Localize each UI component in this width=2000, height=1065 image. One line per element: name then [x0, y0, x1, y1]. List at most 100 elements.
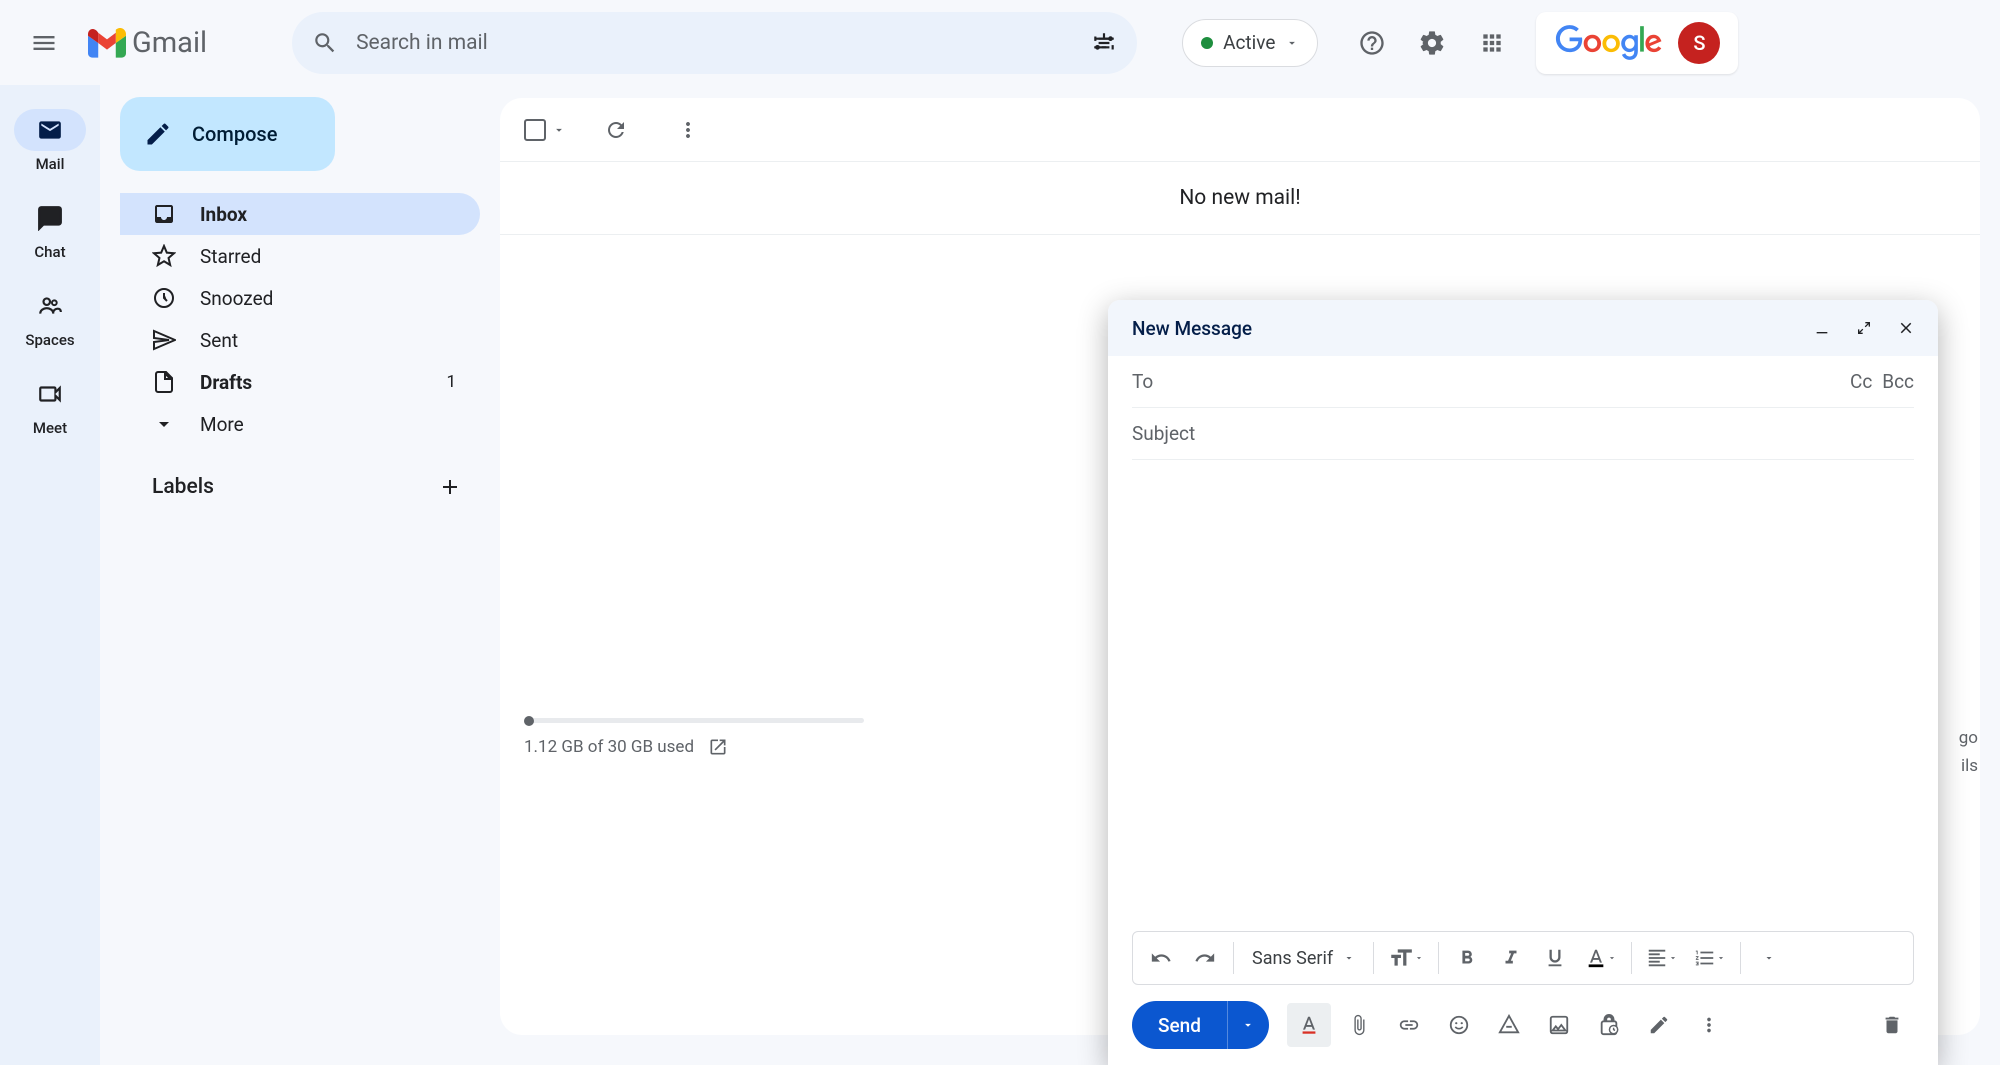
footer-right-text: go ils: [1959, 724, 1978, 780]
mail-toolbar: [500, 98, 1980, 162]
close-compose-button[interactable]: [1890, 312, 1922, 344]
more-button[interactable]: [666, 108, 710, 152]
font-selector[interactable]: Sans Serif: [1242, 938, 1365, 978]
help-icon: [1358, 29, 1386, 57]
bcc-button[interactable]: Bcc: [1882, 370, 1914, 393]
labels-heading: Labels: [152, 475, 214, 499]
chevron-down-icon: [1343, 952, 1355, 964]
align-icon: [1646, 947, 1668, 969]
rail-item-meet[interactable]: Meet: [8, 367, 92, 443]
insert-photo-button[interactable]: [1537, 1003, 1581, 1047]
bold-button[interactable]: [1447, 938, 1487, 978]
attach-button[interactable]: [1337, 1003, 1381, 1047]
gmail-logo[interactable]: Gmail: [88, 26, 207, 60]
rail-label: Meet: [33, 419, 67, 437]
text-color-icon: [1585, 947, 1607, 969]
spaces-icon: [37, 293, 63, 319]
sidebar-item-drafts[interactable]: Drafts 1: [120, 361, 480, 403]
compose-window: New Message To Cc Bcc Sans Serif: [1108, 300, 1938, 1065]
gmail-text: Gmail: [132, 26, 207, 60]
font-size-button[interactable]: [1382, 938, 1430, 978]
insert-signature-button[interactable]: [1637, 1003, 1681, 1047]
chevron-down-icon: [1607, 953, 1617, 963]
compose-header[interactable]: New Message: [1108, 300, 1938, 356]
status-chip[interactable]: Active: [1182, 19, 1318, 67]
gmail-icon: [88, 28, 126, 58]
text-color-button[interactable]: [1579, 938, 1623, 978]
inbox-icon: [152, 202, 176, 226]
fullscreen-button[interactable]: [1848, 312, 1880, 344]
subject-field-row[interactable]: [1132, 408, 1914, 460]
more-compose-button[interactable]: [1687, 1003, 1731, 1047]
compose-title: New Message: [1132, 317, 1806, 340]
apps-button[interactable]: [1468, 19, 1516, 67]
underline-button[interactable]: [1535, 938, 1575, 978]
account-avatar[interactable]: S: [1678, 22, 1720, 64]
nav-label: Drafts: [200, 371, 422, 394]
to-field-row[interactable]: To Cc Bcc: [1132, 356, 1914, 408]
align-button[interactable]: [1640, 938, 1684, 978]
compose-button[interactable]: Compose: [120, 97, 335, 171]
insert-drive-button[interactable]: [1487, 1003, 1531, 1047]
search-options-icon[interactable]: [1091, 30, 1117, 56]
minimize-button[interactable]: [1806, 312, 1838, 344]
italic-button[interactable]: [1491, 938, 1531, 978]
more-vert-icon: [1698, 1014, 1720, 1036]
to-input[interactable]: [1176, 370, 1850, 393]
sidebar-item-snoozed[interactable]: Snoozed: [120, 277, 480, 319]
sidebar-item-inbox[interactable]: Inbox: [120, 193, 480, 235]
settings-button[interactable]: [1408, 19, 1456, 67]
format-toolbar: Sans Serif: [1132, 931, 1914, 985]
mail-icon: [37, 117, 63, 143]
gear-icon: [1418, 29, 1446, 57]
underline-icon: [1544, 947, 1566, 969]
status-label: Active: [1223, 31, 1275, 54]
nav-label: More: [200, 413, 456, 436]
more-vert-icon: [676, 118, 700, 142]
rail-item-mail[interactable]: Mail: [8, 103, 92, 179]
select-all-checkbox[interactable]: [524, 119, 566, 141]
insert-emoji-button[interactable]: [1437, 1003, 1481, 1047]
subject-input[interactable]: [1132, 422, 1914, 445]
google-account-area[interactable]: S: [1536, 12, 1738, 74]
link-icon: [1398, 1014, 1420, 1036]
search-icon: [312, 30, 338, 56]
search-bar[interactable]: [292, 12, 1137, 74]
refresh-button[interactable]: [594, 108, 638, 152]
nav-label: Starred: [200, 245, 456, 268]
sidebar-item-more[interactable]: More: [120, 403, 480, 445]
add-label-button[interactable]: [438, 475, 462, 499]
chevron-down-icon: [1763, 952, 1775, 964]
confidential-button[interactable]: [1587, 1003, 1631, 1047]
chat-icon: [37, 205, 63, 231]
search-input[interactable]: [356, 31, 1091, 55]
support-button[interactable]: [1348, 19, 1396, 67]
undo-button[interactable]: [1141, 938, 1181, 978]
rail-item-chat[interactable]: Chat: [8, 191, 92, 267]
compose-body-textarea[interactable]: [1132, 472, 1914, 919]
redo-button[interactable]: [1185, 938, 1225, 978]
lock-clock-icon: [1598, 1014, 1620, 1036]
list-button[interactable]: [1688, 938, 1732, 978]
sidebar-item-sent[interactable]: Sent: [120, 319, 480, 361]
expand-icon: [1856, 320, 1872, 336]
attach-icon: [1348, 1014, 1370, 1036]
storage-bar: [524, 718, 864, 723]
main-menu-button[interactable]: [20, 19, 68, 67]
storage-footer: 1.12 GB of 30 GB used: [524, 718, 864, 757]
pen-icon: [1648, 1014, 1670, 1036]
storage-text: 1.12 GB of 30 GB used: [524, 737, 694, 757]
discard-draft-button[interactable]: [1870, 1003, 1914, 1047]
open-in-new-icon[interactable]: [708, 737, 728, 757]
redo-icon: [1194, 947, 1216, 969]
send-options-button[interactable]: [1227, 1001, 1269, 1049]
insert-link-button[interactable]: [1387, 1003, 1431, 1047]
sidebar-item-starred[interactable]: Starred: [120, 235, 480, 277]
google-logo-icon: [1554, 25, 1664, 61]
cc-button[interactable]: Cc: [1850, 370, 1872, 393]
send-button[interactable]: Send: [1132, 1001, 1227, 1049]
formatting-toggle-button[interactable]: [1287, 1003, 1331, 1047]
rail-item-spaces[interactable]: Spaces: [8, 279, 92, 355]
emoji-icon: [1448, 1014, 1470, 1036]
more-format-button[interactable]: [1749, 938, 1789, 978]
